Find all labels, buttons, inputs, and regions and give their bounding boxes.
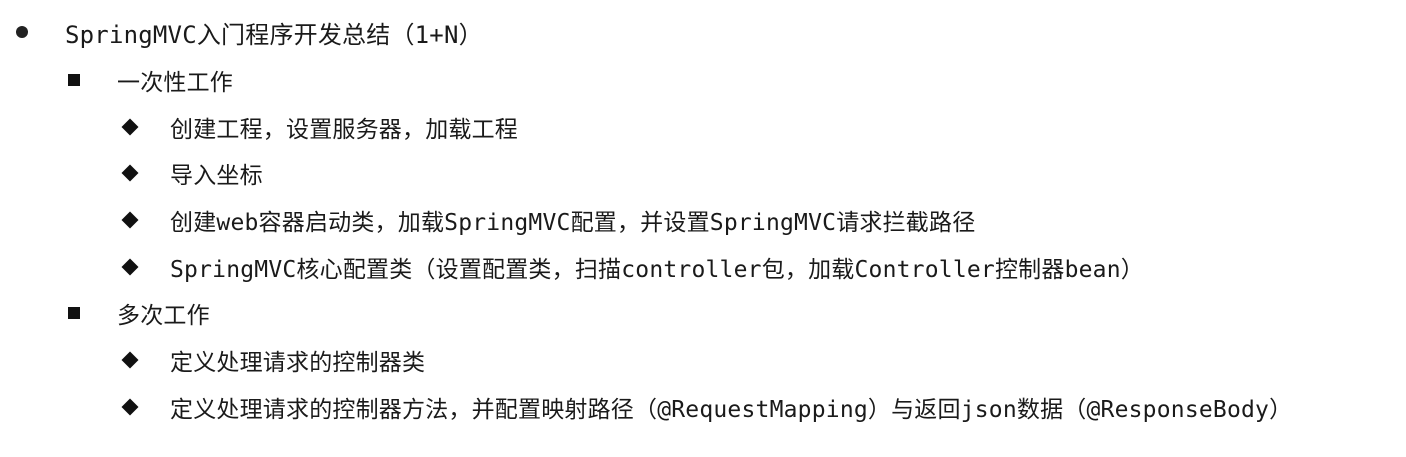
group-row-repeated: 多次工作 — [68, 293, 210, 333]
list-item: 创建工程，设置服务器，加载工程 — [121, 107, 518, 147]
list-item-text: 创建工程，设置服务器，加载工程 — [170, 117, 518, 143]
circle-bullet-icon — [16, 26, 28, 38]
list-item: SpringMVC核心配置类（设置配置类，扫描controller包，加载Con… — [121, 247, 1144, 287]
diamond-bullet-icon — [121, 398, 139, 416]
group-label: 一次性工作 — [117, 70, 233, 96]
title-row: SpringMVC入门程序开发总结（1+N） — [16, 12, 483, 52]
list-item-text: 定义处理请求的控制器类 — [170, 350, 426, 376]
diamond-bullet-icon — [121, 118, 139, 136]
diamond-bullet-icon — [121, 351, 139, 369]
diamond-bullet-icon — [121, 258, 139, 276]
list-item: 导入坐标 — [121, 153, 263, 193]
summary-slide: SpringMVC入门程序开发总结（1+N） 一次性工作 创建工程，设置服务器，… — [0, 0, 1406, 457]
group-row-one-time: 一次性工作 — [68, 60, 233, 100]
list-item-text: 创建web容器启动类，加载SpringMVC配置，并设置SpringMVC请求拦… — [170, 210, 976, 236]
list-item: 创建web容器启动类，加载SpringMVC配置，并设置SpringMVC请求拦… — [121, 200, 976, 240]
list-item-text: 导入坐标 — [170, 163, 263, 189]
group-label: 多次工作 — [117, 303, 210, 329]
summary-title: SpringMVC入门程序开发总结（1+N） — [65, 20, 483, 49]
diamond-bullet-icon — [121, 164, 139, 182]
list-item-text: SpringMVC核心配置类（设置配置类，扫描controller包，加载Con… — [170, 257, 1144, 283]
square-bullet-icon — [68, 307, 80, 319]
square-bullet-icon — [68, 74, 80, 86]
diamond-bullet-icon — [121, 211, 139, 229]
list-item-text: 定义处理请求的控制器方法，并配置映射路径（@RequestMapping）与返回… — [170, 397, 1293, 423]
list-item: 定义处理请求的控制器类 — [121, 340, 426, 380]
list-item: 定义处理请求的控制器方法，并配置映射路径（@RequestMapping）与返回… — [121, 387, 1293, 427]
